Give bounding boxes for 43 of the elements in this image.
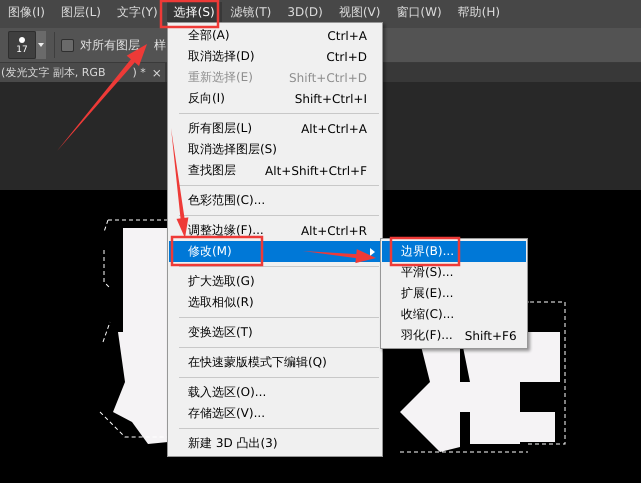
checkbox-label: 对所有图层: [80, 36, 140, 54]
menu-bar-item[interactable]: 图层(L): [54, 2, 108, 22]
menu-bar-item[interactable]: 选择(S): [166, 2, 222, 22]
menu-bar-item[interactable]: 文字(Y): [110, 2, 165, 22]
caret-icon: [38, 43, 44, 47]
menu-item[interactable]: 扩展(E)...: [382, 283, 526, 304]
menu-item[interactable]: 选取相似(R): [169, 292, 381, 313]
menu-item[interactable]: 所有图层(L) Alt+Ctrl+A: [169, 118, 381, 139]
menu-bar-item[interactable]: 滤镜(T): [224, 2, 278, 22]
menu-item[interactable]: 载入选区(O)...: [169, 382, 381, 403]
menu-item[interactable]: 存储选区(V)...: [169, 403, 381, 424]
menu-bar-item[interactable]: 窗口(W): [389, 2, 449, 22]
menu-bar-item[interactable]: 图像(I): [1, 2, 52, 22]
brush-preset-picker[interactable]: 17: [8, 31, 36, 59]
checkbox-label: 样: [154, 36, 166, 54]
highlight-frame: [390, 236, 460, 266]
menu-item[interactable]: 取消选择图层(S): [169, 139, 381, 160]
dropdown-button[interactable]: [36, 31, 46, 59]
document-title: (发光文字 副本, RGB: [1, 65, 106, 80]
menu-bar-item[interactable]: 3D(D): [280, 2, 330, 22]
checkbox[interactable]: [61, 38, 74, 52]
brush-tip-icon: [19, 37, 25, 43]
menu-item[interactable]: 调整边缘(F)... Alt+Ctrl+R: [169, 220, 381, 241]
menu-item[interactable]: 全部(A) Ctrl+A: [169, 25, 381, 46]
menu-item[interactable]: 色彩范围(C)...: [169, 190, 381, 211]
document-title: ) *: [132, 66, 146, 79]
highlight-frame: [160, 0, 220, 28]
menu-item[interactable]: 修改(M): [169, 241, 381, 262]
menu-item[interactable]: 羽化(F)... Shift+F6: [382, 325, 526, 346]
menu-bar-item[interactable]: 帮助(H): [450, 2, 508, 22]
menu-item[interactable]: 扩大选取(G): [169, 271, 381, 292]
menu-item[interactable]: 边界(B)...: [382, 241, 526, 262]
close-button[interactable]: ×: [152, 66, 162, 80]
menu-item[interactable]: 变换选区(T): [169, 322, 381, 343]
menu-item[interactable]: 平滑(S)...: [382, 262, 526, 283]
menu-bar-item[interactable]: 视图(V): [332, 2, 388, 22]
menu-item[interactable]: 新建 3D 凸出(3): [169, 433, 381, 454]
menu-item[interactable]: 在快速蒙版模式下编辑(Q): [169, 352, 381, 373]
document-tab[interactable]: (发光文字 副本, RGB ) * ×: [0, 63, 165, 82]
menu-item[interactable]: 反向(I) Shift+Ctrl+I: [169, 88, 381, 109]
menu-item[interactable]: 取消选择(D) Ctrl+D: [169, 46, 381, 67]
menu-item[interactable]: 查找图层 Alt+Shift+Ctrl+F: [169, 160, 381, 181]
menu-item[interactable]: 收缩(C)...: [382, 304, 526, 325]
